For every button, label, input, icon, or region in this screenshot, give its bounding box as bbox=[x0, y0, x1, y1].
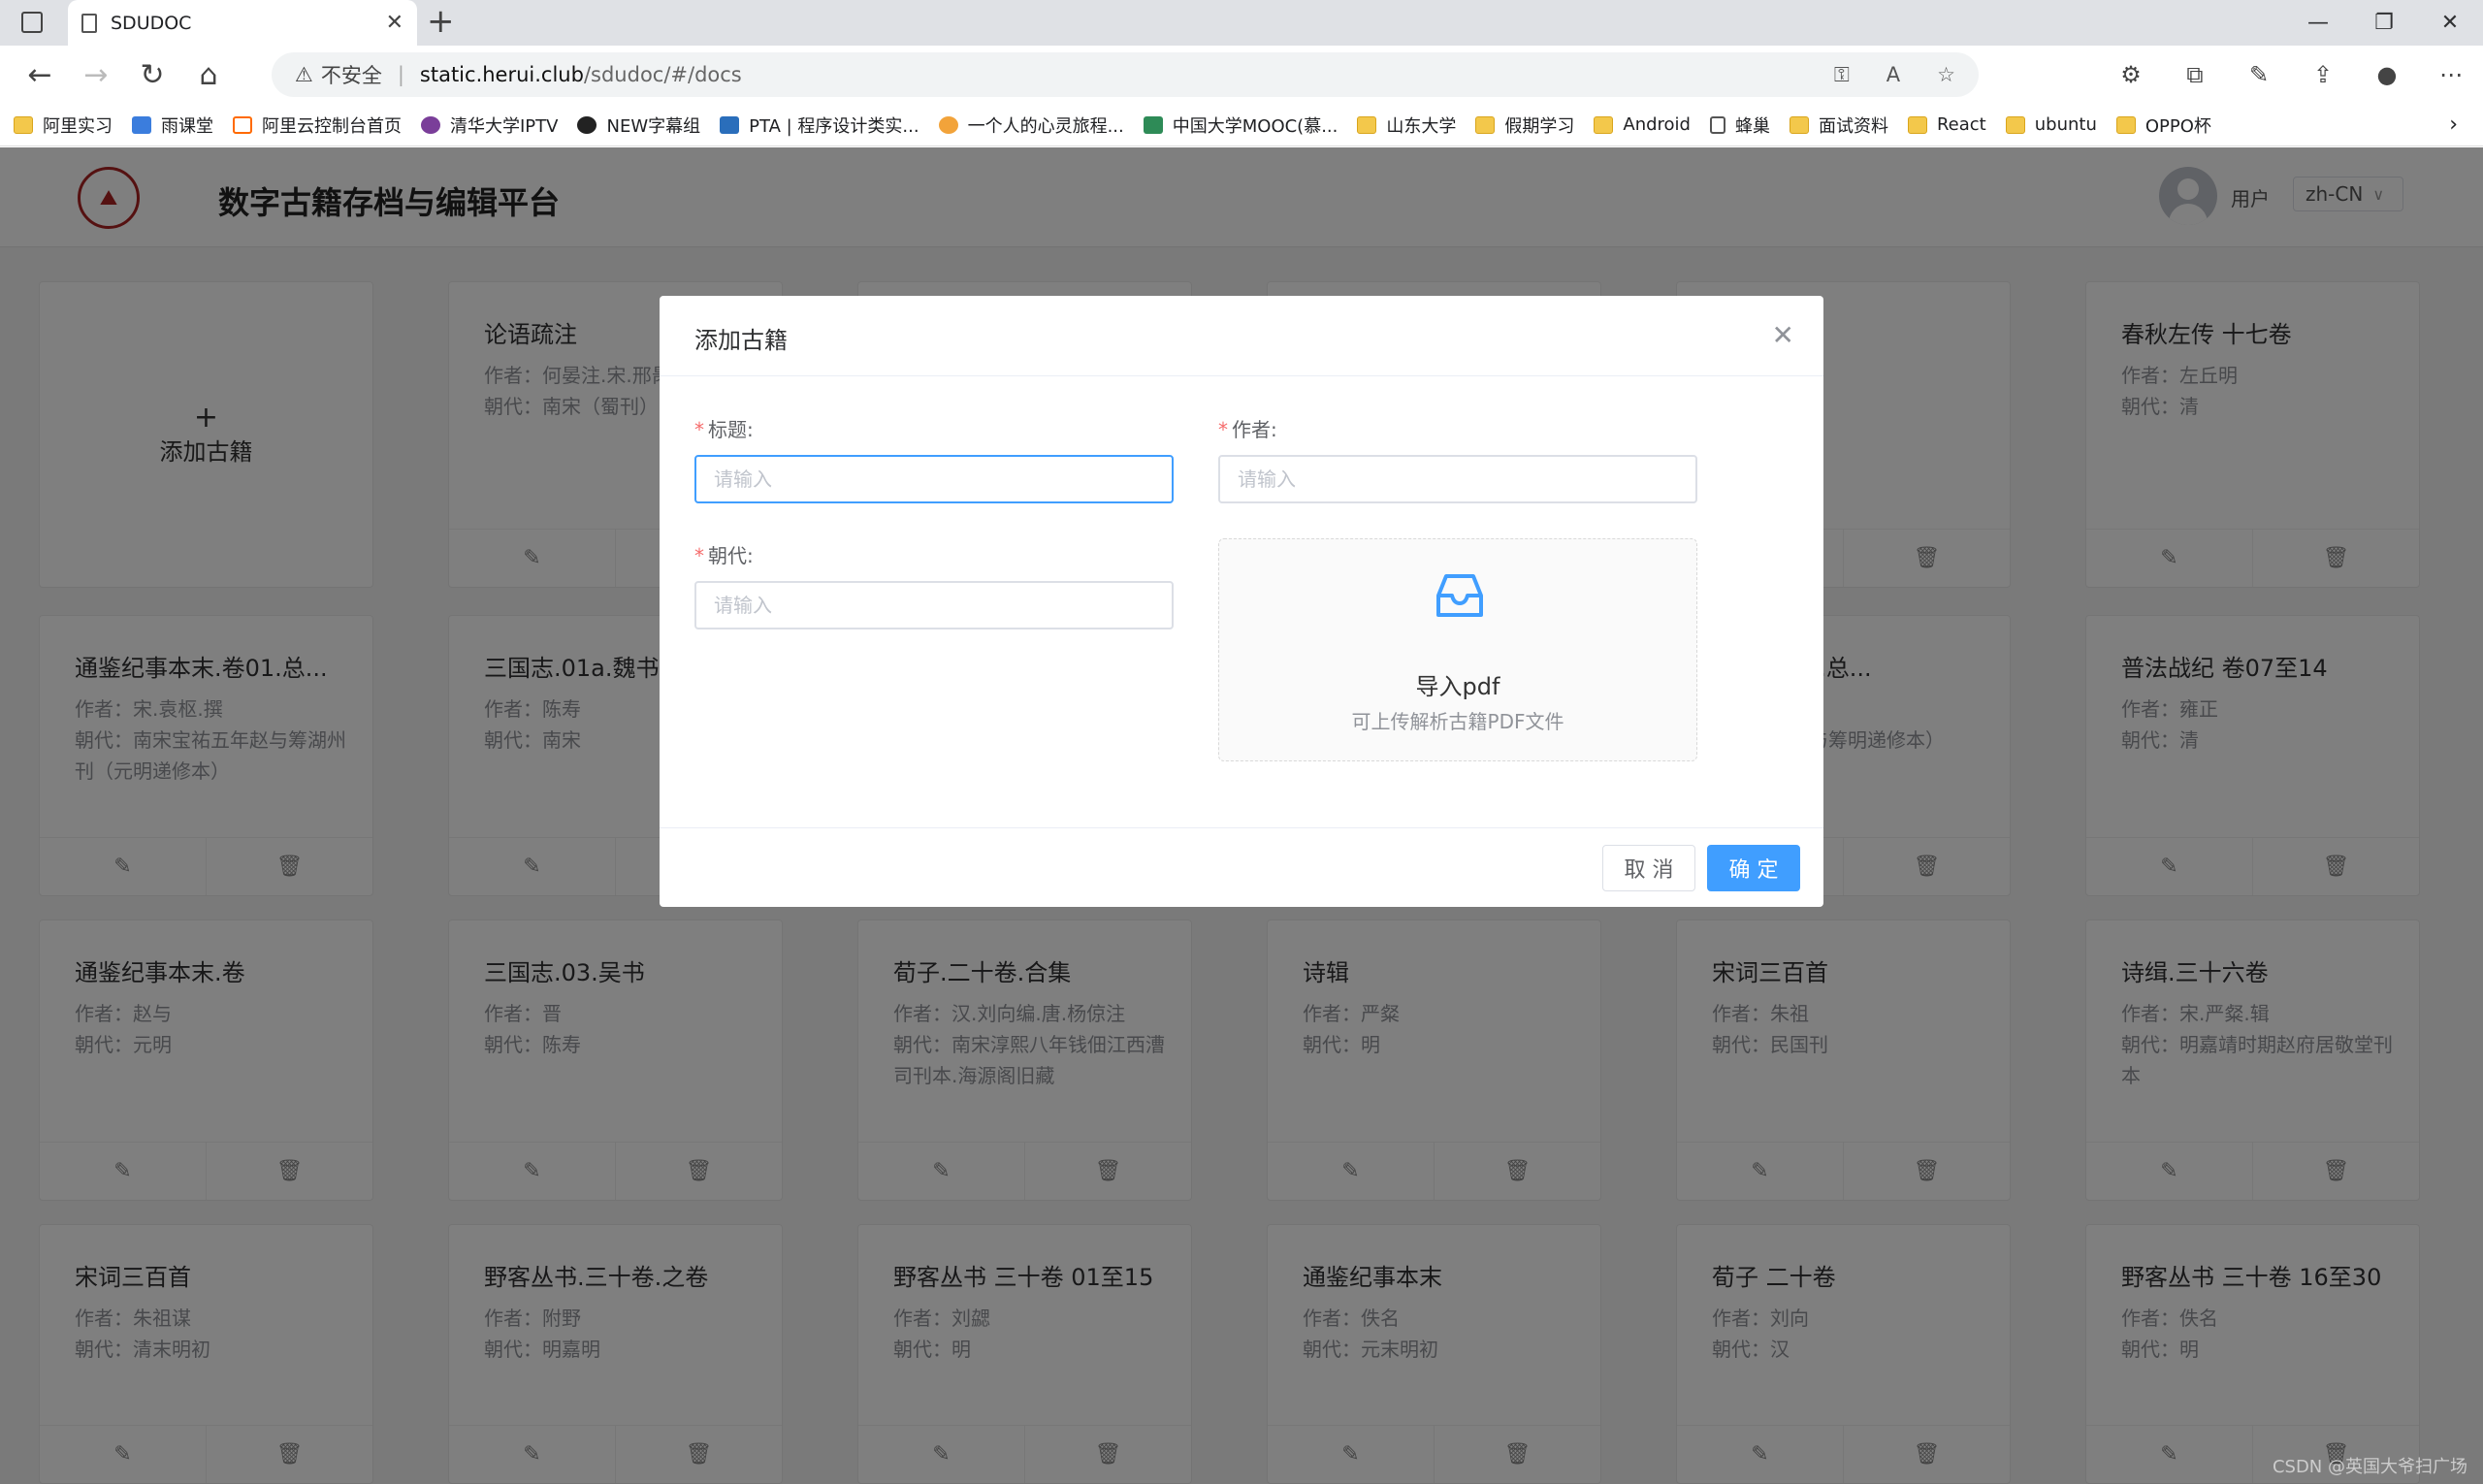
dynasty-label: * 朝代: bbox=[694, 544, 754, 567]
close-tab-icon[interactable]: ✕ bbox=[386, 11, 403, 35]
title-label: * 标题: bbox=[694, 418, 754, 441]
bookmark[interactable]: 清华大学IPTV bbox=[421, 113, 558, 138]
toolbar-icons: ⚙ ⧉ ✎ ⇪ ● ⋯ bbox=[2099, 46, 2483, 104]
aliyun-icon bbox=[233, 115, 252, 134]
pta-icon bbox=[720, 115, 740, 134]
cancel-button[interactable]: 取 消 bbox=[1602, 845, 1695, 891]
inbox-icon bbox=[1436, 574, 1483, 617]
browser-tab-sdudoc[interactable]: SDUDOC ✕ bbox=[68, 0, 417, 46]
dynasty-input[interactable] bbox=[694, 581, 1174, 629]
author-input[interactable] bbox=[1218, 455, 1697, 503]
folder-icon bbox=[1789, 115, 1809, 134]
back-icon[interactable]: ← bbox=[16, 50, 64, 99]
bookmarks-bar: 阿里实习 雨课堂 阿里云控制台首页 清华大学IPTV NEW字幕组 PTA | … bbox=[0, 104, 2483, 146]
author-label: * 作者: bbox=[1218, 418, 1277, 441]
bookmark[interactable]: 蜂巢 bbox=[1709, 113, 1770, 138]
bookmark[interactable]: ubuntu bbox=[2005, 114, 2097, 135]
close-window-icon[interactable]: ✕ bbox=[2417, 11, 2483, 35]
tab-title: SDUDOC bbox=[111, 12, 192, 34]
mooc-icon bbox=[1143, 115, 1163, 134]
pdf-upload-dropzone[interactable]: 导入pdf 可上传解析古籍PDF文件 bbox=[1218, 538, 1697, 761]
profile-avatar[interactable]: ● bbox=[2355, 61, 2419, 88]
divider bbox=[660, 375, 1823, 376]
bookmark[interactable]: Android bbox=[1594, 114, 1691, 135]
url-host: static.herui.club bbox=[419, 63, 584, 86]
warning-icon: ⚠ bbox=[295, 63, 313, 86]
bookmark[interactable]: 阿里实习 bbox=[14, 113, 113, 138]
favorite-icon[interactable]: ☆ bbox=[1937, 63, 1955, 87]
forward-icon[interactable]: → bbox=[72, 50, 120, 99]
page-icon bbox=[1709, 115, 1725, 134]
chevron-right-icon[interactable]: › bbox=[2449, 113, 2458, 137]
url-field[interactable]: ⚠ 不安全 | static.herui.club /sdudoc/#/docs… bbox=[272, 52, 1979, 97]
key-icon[interactable]: ⚿ bbox=[1834, 63, 1850, 87]
capture-icon[interactable]: ✎ bbox=[2227, 61, 2291, 88]
smile-icon bbox=[938, 115, 958, 134]
window-controls: — ❐ ✕ bbox=[2285, 0, 2483, 46]
rainclass-icon bbox=[132, 115, 151, 134]
collections-icon[interactable]: ⧉ bbox=[2163, 61, 2227, 88]
folder-icon bbox=[1907, 115, 1927, 134]
new-tab-button[interactable]: + bbox=[427, 2, 455, 41]
home-icon[interactable]: ⌂ bbox=[184, 50, 233, 99]
minimize-icon[interactable]: — bbox=[2285, 11, 2351, 35]
folder-icon bbox=[1475, 115, 1496, 134]
iptv-icon bbox=[421, 115, 440, 134]
tab-actions-icon[interactable] bbox=[21, 12, 43, 33]
confirm-button[interactable]: 确 定 bbox=[1707, 845, 1800, 891]
close-icon[interactable]: ✕ bbox=[1772, 319, 1794, 351]
folder-icon bbox=[1357, 115, 1377, 134]
bookmark[interactable]: 一个人的心灵旅程... bbox=[938, 113, 1124, 138]
add-book-dialog: 添加古籍 ✕ *标题: *作者: *朝代: 导入pdf 可上传解析古籍PDF文件… bbox=[660, 296, 1823, 907]
bookmark[interactable]: OPPO杯 bbox=[2115, 113, 2211, 138]
title-input[interactable] bbox=[694, 455, 1174, 503]
divider bbox=[660, 827, 1823, 828]
bookmark[interactable]: React bbox=[1907, 114, 1986, 135]
upload-title: 导入pdf bbox=[1415, 673, 1500, 700]
bookmark[interactable]: 山东大学 bbox=[1357, 113, 1456, 138]
bookmark[interactable]: 阿里云控制台首页 bbox=[233, 113, 402, 138]
folder-icon bbox=[14, 115, 33, 134]
insecure-label: 不安全 bbox=[320, 64, 382, 87]
share-icon[interactable]: ⇪ bbox=[2291, 61, 2355, 88]
maximize-icon[interactable]: ❐ bbox=[2351, 11, 2417, 35]
read-aloud-icon[interactable]: A bbox=[1886, 63, 1900, 87]
more-icon[interactable]: ⋯ bbox=[2419, 61, 2483, 88]
url-path: /sdudoc/#/docs bbox=[583, 63, 742, 86]
bookmark[interactable]: NEW字幕组 bbox=[577, 113, 700, 138]
bookmark[interactable]: 中国大学MOOC(慕... bbox=[1143, 113, 1338, 138]
bookmark[interactable]: 面试资料 bbox=[1789, 113, 1888, 138]
bookmark[interactable]: 假期学习 bbox=[1475, 113, 1574, 138]
url-separator: | bbox=[397, 63, 404, 86]
new-icon bbox=[577, 115, 597, 134]
bookmark[interactable]: 雨课堂 bbox=[132, 113, 213, 138]
folder-icon bbox=[1594, 115, 1614, 134]
browser-tab-strip: SDUDOC ✕ + — ❐ ✕ bbox=[0, 0, 2483, 46]
address-bar-row: ← → ↻ ⌂ ⚠ 不安全 | static.herui.club /sdudo… bbox=[0, 46, 2483, 104]
refresh-icon[interactable]: ↻ bbox=[128, 50, 177, 99]
extensions-icon[interactable]: ⚙ bbox=[2099, 61, 2163, 88]
folder-icon bbox=[2005, 115, 2025, 134]
dialog-title: 添加古籍 bbox=[694, 327, 788, 354]
folder-icon bbox=[2115, 115, 2136, 134]
page-icon bbox=[81, 13, 97, 33]
bookmark[interactable]: PTA | 程序设计类实... bbox=[720, 113, 919, 138]
upload-hint: 可上传解析古籍PDF文件 bbox=[1351, 710, 1564, 733]
watermark: CSDN @英国大爷扫广场 bbox=[2272, 1457, 2467, 1477]
